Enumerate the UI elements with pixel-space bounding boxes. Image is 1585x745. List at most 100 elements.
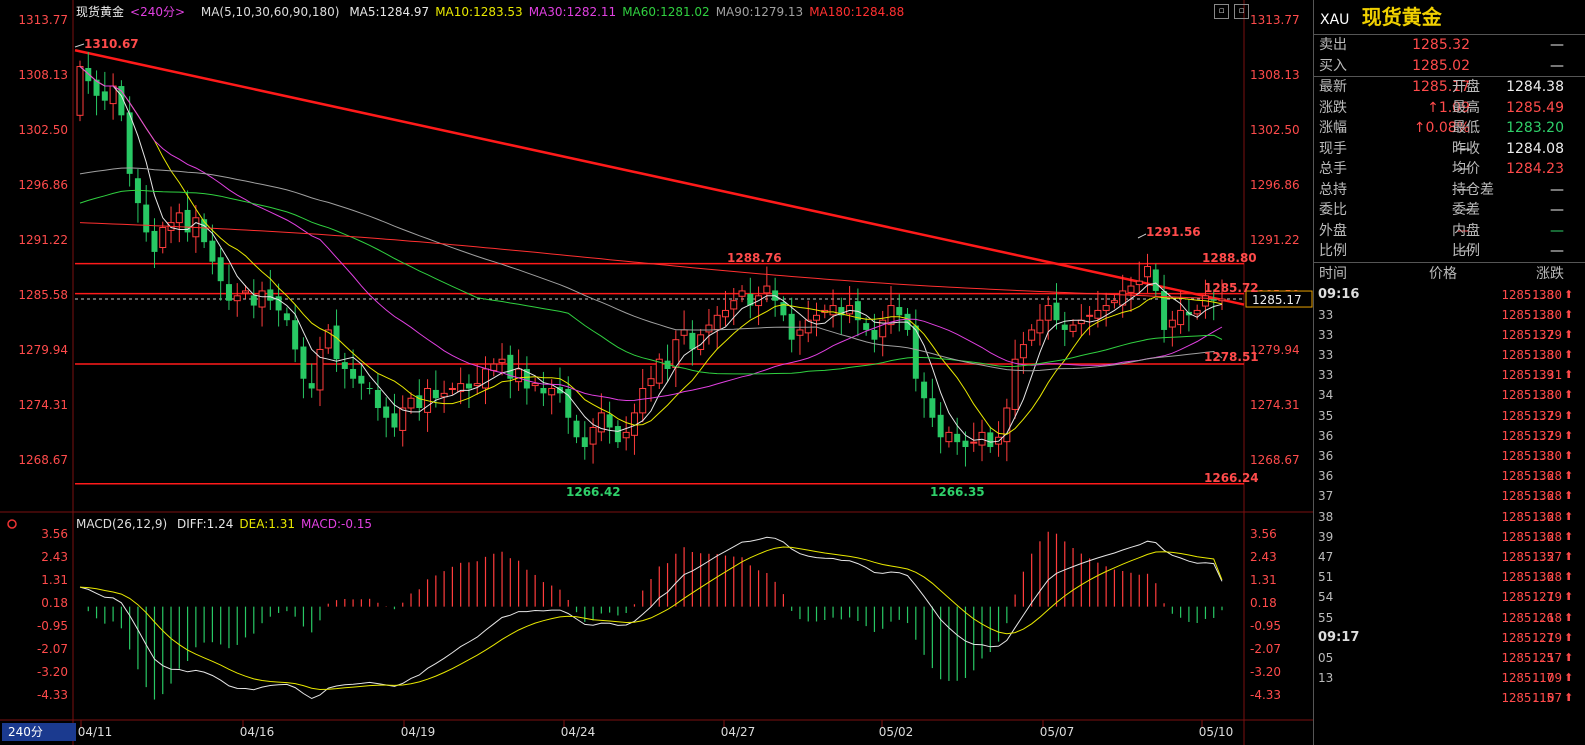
candle-up [440, 392, 448, 398]
candle-down [350, 368, 357, 379]
candle-down [929, 398, 936, 418]
tick-change: 1.18 [1531, 609, 1562, 625]
macd-axis-label-left: 3.56 [41, 527, 68, 541]
price-axis-label-left: 1268.67 [18, 453, 68, 467]
quote-row: 涨幅 ↑0.08% 最低 1283.20 [1314, 118, 1585, 139]
window-maximize-icon[interactable]: ▫ [1234, 4, 1249, 19]
candle-down [581, 437, 588, 448]
tick-change: 1.29 [1531, 407, 1562, 423]
ma-line-180 [79, 222, 1223, 300]
up-arrow-icon: ⬆ [1564, 549, 1574, 563]
up-arrow-icon: ⬆ [1564, 630, 1574, 644]
candle-down [151, 230, 158, 252]
candle-up [705, 324, 713, 333]
date-label: 04/16 [240, 725, 275, 739]
candle-up [1168, 319, 1176, 328]
candle-up [1028, 329, 1036, 341]
candle-up [481, 368, 489, 389]
tick-change: 1.19 [1531, 629, 1562, 645]
window-minimize-icon[interactable]: ▫ [1214, 4, 1229, 19]
tick-change: 1.28 [1531, 508, 1562, 524]
candle-up [721, 309, 729, 318]
candle-up [233, 295, 241, 302]
candle-up [1086, 314, 1094, 317]
buy-label: 买入 [1319, 57, 1347, 74]
ma-value-5: MA180:1284.88 [809, 5, 905, 19]
macd-axis-label-right: 2.43 [1250, 550, 1277, 564]
stat-label-2: 最低 [1452, 120, 1480, 136]
ma-line-90 [79, 167, 1223, 372]
quote-row: 最新 1285.17 开盘 1284.38 [1314, 77, 1585, 98]
period-button[interactable]: 240分 [2, 723, 76, 741]
up-arrow-icon: ⬆ [1564, 509, 1574, 523]
candle-up [258, 290, 266, 308]
tick-time: 37 [1318, 489, 1334, 504]
kline-chart-area[interactable]: 1313.77 1313.77 1308.13 1308.13 1302.50 1302.… [0, 0, 1313, 745]
price-annotation: 1291.56 [1146, 225, 1201, 239]
stat-value-2: 1284.08 [1506, 140, 1564, 157]
price-axis-label-right: 1313.77 [1250, 13, 1300, 27]
annotation-pointer [74, 43, 85, 48]
candle-up [1193, 309, 1201, 315]
quote-row: 总持 — 持仓差 — [1314, 180, 1585, 201]
tick-change: 1.29 [1531, 326, 1562, 342]
tick-change: 1.30 [1531, 347, 1562, 363]
tick-row: 37 1285.36 1.28 ⬆ [1314, 486, 1585, 506]
ma-legend: 现货黄金 <240分> MA(5,10,30,60,90,180) MA5:128… [76, 3, 916, 19]
ma-value-1: MA10:1283.53 [435, 5, 523, 19]
stat-label-2: 昨收 [1452, 140, 1480, 157]
macd-axis-label-right: -0.95 [1250, 619, 1281, 633]
tick-list[interactable]: 09:16 1285.38 1.30 ⬆ 33 1285.38 1.30 ⬆ 33 1285.37… [1314, 285, 1585, 709]
tick-change: 1.29 [1531, 427, 1562, 443]
tick-time: 13 [1318, 671, 1334, 686]
candle-down [225, 284, 232, 301]
tick-time: 33 [1318, 368, 1334, 383]
candle-up [498, 358, 506, 364]
price-annotation: 1266.35 [930, 485, 985, 499]
quote-row: 外盘 — 内盘 — [1314, 221, 1585, 242]
candle-up [1019, 344, 1027, 359]
tick-row: 54 1285.27 1.19 ⬆ [1314, 587, 1585, 607]
candle-down [308, 383, 315, 389]
price-axis-label-left: 1296.86 [18, 178, 68, 192]
sell-price: 1285.32 [1412, 37, 1470, 53]
candle-up [622, 431, 630, 439]
stat-label-2: 内盘 [1452, 222, 1480, 239]
stat-value-2: — [1550, 222, 1564, 239]
tick-change: 1.19 [1531, 589, 1562, 605]
up-arrow-icon: ⬆ [1564, 428, 1574, 442]
candle-up [680, 329, 688, 336]
candle-down [432, 389, 439, 399]
stat-label: 现手 [1319, 140, 1347, 157]
date-label: 04/11 [78, 725, 113, 739]
candle-up [76, 66, 84, 116]
quote-title: XAU 现货黄金 [1314, 0, 1585, 35]
macd-settings-icon [7, 519, 17, 529]
kline-chart[interactable]: 1313.77 1313.77 1308.13 1308.13 1302.50 1302.… [0, 0, 1313, 745]
tick-row: 39 1285.36 1.28 ⬆ [1314, 527, 1585, 547]
macd-axis-label-left: -3.20 [37, 665, 68, 679]
tick-row: 33 1285.38 1.30 ⬆ [1314, 305, 1585, 325]
tick-time: 54 [1318, 590, 1334, 605]
tick-change: 1.28 [1531, 468, 1562, 484]
tick-time: 09:17 [1318, 629, 1360, 645]
tick-change: 1.30 [1531, 448, 1562, 463]
candle-up [730, 300, 738, 310]
stat-label-2: 最高 [1452, 99, 1480, 116]
price-axis-label-left: 1313.77 [18, 13, 68, 27]
candle-up [589, 427, 597, 445]
sell-row: 卖出 1285.32 — [1314, 35, 1585, 56]
candle-down [283, 313, 290, 321]
candle-up [639, 387, 647, 414]
tick-row: 55 1285.26 1.18 ⬆ [1314, 608, 1585, 628]
up-arrow-icon: ⬆ [1564, 570, 1574, 584]
ma-value-4: MA90:1279.13 [715, 5, 804, 19]
quote-row: 现手 — 昨收 1284.08 [1314, 139, 1585, 160]
tick-time: 38 [1318, 509, 1334, 524]
candle-down [987, 432, 994, 448]
candle-up [473, 383, 481, 387]
tick-row: 35 1285.37 1.29 ⬆ [1314, 406, 1585, 426]
candle-up [1127, 285, 1135, 293]
tick-row: 36 1285.36 1.28 ⬆ [1314, 466, 1585, 486]
up-arrow-icon: ⬆ [1564, 469, 1574, 483]
